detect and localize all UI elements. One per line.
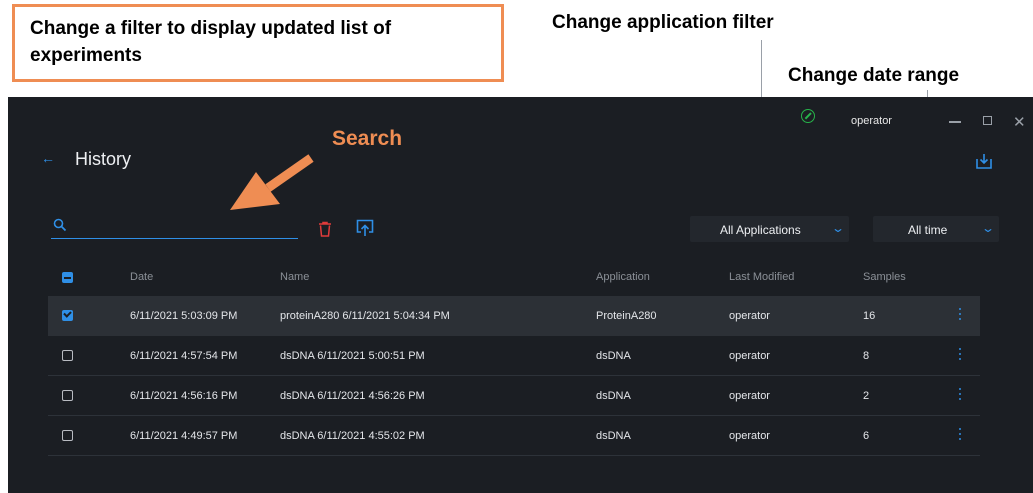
row-last-modified: operator (729, 350, 770, 362)
application-filter-dropdown[interactable]: All Applications ⌄ (690, 216, 849, 242)
minimize-icon[interactable] (949, 121, 961, 123)
row-name: proteinA280 6/11/2021 5:04:34 PM (280, 310, 450, 322)
row-samples: 16 (863, 310, 876, 322)
row-date: 6/11/2021 4:56:16 PM (130, 390, 238, 402)
table-row[interactable]: 6/11/2021 5:03:09 PM proteinA280 6/11/20… (48, 296, 980, 336)
filter-callout-box: Change a filter to display updated list … (12, 4, 504, 82)
table-row[interactable]: 6/11/2021 4:56:16 PM dsDNA 6/11/2021 4:5… (48, 376, 980, 416)
row-application: dsDNA (596, 350, 631, 362)
search-icon (53, 218, 67, 232)
row-date: 6/11/2021 4:49:57 PM (130, 430, 238, 442)
search-input[interactable] (71, 215, 291, 237)
maximize-icon[interactable] (983, 116, 992, 125)
row-name: dsDNA 6/11/2021 4:56:26 PM (280, 390, 425, 402)
column-header-samples[interactable]: Samples (863, 271, 906, 283)
more-options-icon[interactable] (955, 386, 965, 402)
row-date: 6/11/2021 5:03:09 PM (130, 310, 238, 322)
column-header-last-modified[interactable]: Last Modified (729, 271, 794, 283)
date-range-dropdown[interactable]: All time ⌄ (873, 216, 999, 242)
page-title: History (75, 149, 132, 169)
row-name: dsDNA 6/11/2021 4:55:02 PM (280, 430, 425, 442)
filter-callout-text: Change a filter to display updated list … (30, 18, 392, 66)
more-options-icon[interactable] (955, 306, 965, 322)
table-row[interactable]: 6/11/2021 4:49:57 PM dsDNA 6/11/2021 4:5… (48, 416, 980, 456)
table-row[interactable]: 6/11/2021 4:57:54 PM dsDNA 6/11/2021 5:0… (48, 336, 980, 376)
column-header-name[interactable]: Name (280, 271, 309, 283)
row-application: dsDNA (596, 430, 631, 442)
search-field[interactable] (51, 215, 298, 239)
row-checkbox[interactable] (62, 310, 73, 321)
select-all-checkbox[interactable] (62, 272, 73, 283)
row-last-modified: operator (729, 430, 770, 442)
application-filter-callout: Change application filter (552, 12, 774, 33)
row-checkbox[interactable] (62, 390, 73, 401)
more-options-icon[interactable] (955, 426, 965, 442)
column-header-date[interactable]: Date (130, 271, 153, 283)
column-header-application[interactable]: Application (596, 271, 650, 283)
row-checkbox[interactable] (62, 350, 73, 361)
date-range-value: All time (908, 223, 948, 237)
row-application: ProteinA280 (596, 310, 657, 322)
connection-status-icon (801, 109, 815, 123)
current-user: operator (851, 115, 892, 127)
row-last-modified: operator (729, 390, 770, 402)
search-callout: Search (332, 127, 403, 150)
row-application: dsDNA (596, 390, 631, 402)
import-icon[interactable] (355, 218, 375, 238)
chevron-down-icon: ⌄ (980, 221, 996, 235)
row-samples: 8 (863, 350, 870, 362)
more-options-icon[interactable] (955, 346, 965, 362)
close-icon[interactable]: ✕ (1013, 113, 1026, 131)
export-icon[interactable] (975, 152, 993, 170)
row-checkbox[interactable] (62, 430, 73, 441)
trash-icon[interactable] (318, 221, 332, 237)
back-arrow-icon[interactable]: ← (41, 150, 55, 166)
row-samples: 2 (863, 390, 870, 402)
history-window: operator ✕ ← History Search All Applicat… (8, 97, 1033, 493)
row-name: dsDNA 6/11/2021 5:00:51 PM (280, 350, 425, 362)
chevron-down-icon: ⌄ (830, 221, 846, 235)
row-date: 6/11/2021 4:57:54 PM (130, 350, 238, 362)
application-filter-value: All Applications (720, 223, 801, 237)
row-samples: 6 (863, 430, 870, 442)
date-range-callout: Change date range (788, 65, 960, 86)
row-last-modified: operator (729, 310, 770, 322)
